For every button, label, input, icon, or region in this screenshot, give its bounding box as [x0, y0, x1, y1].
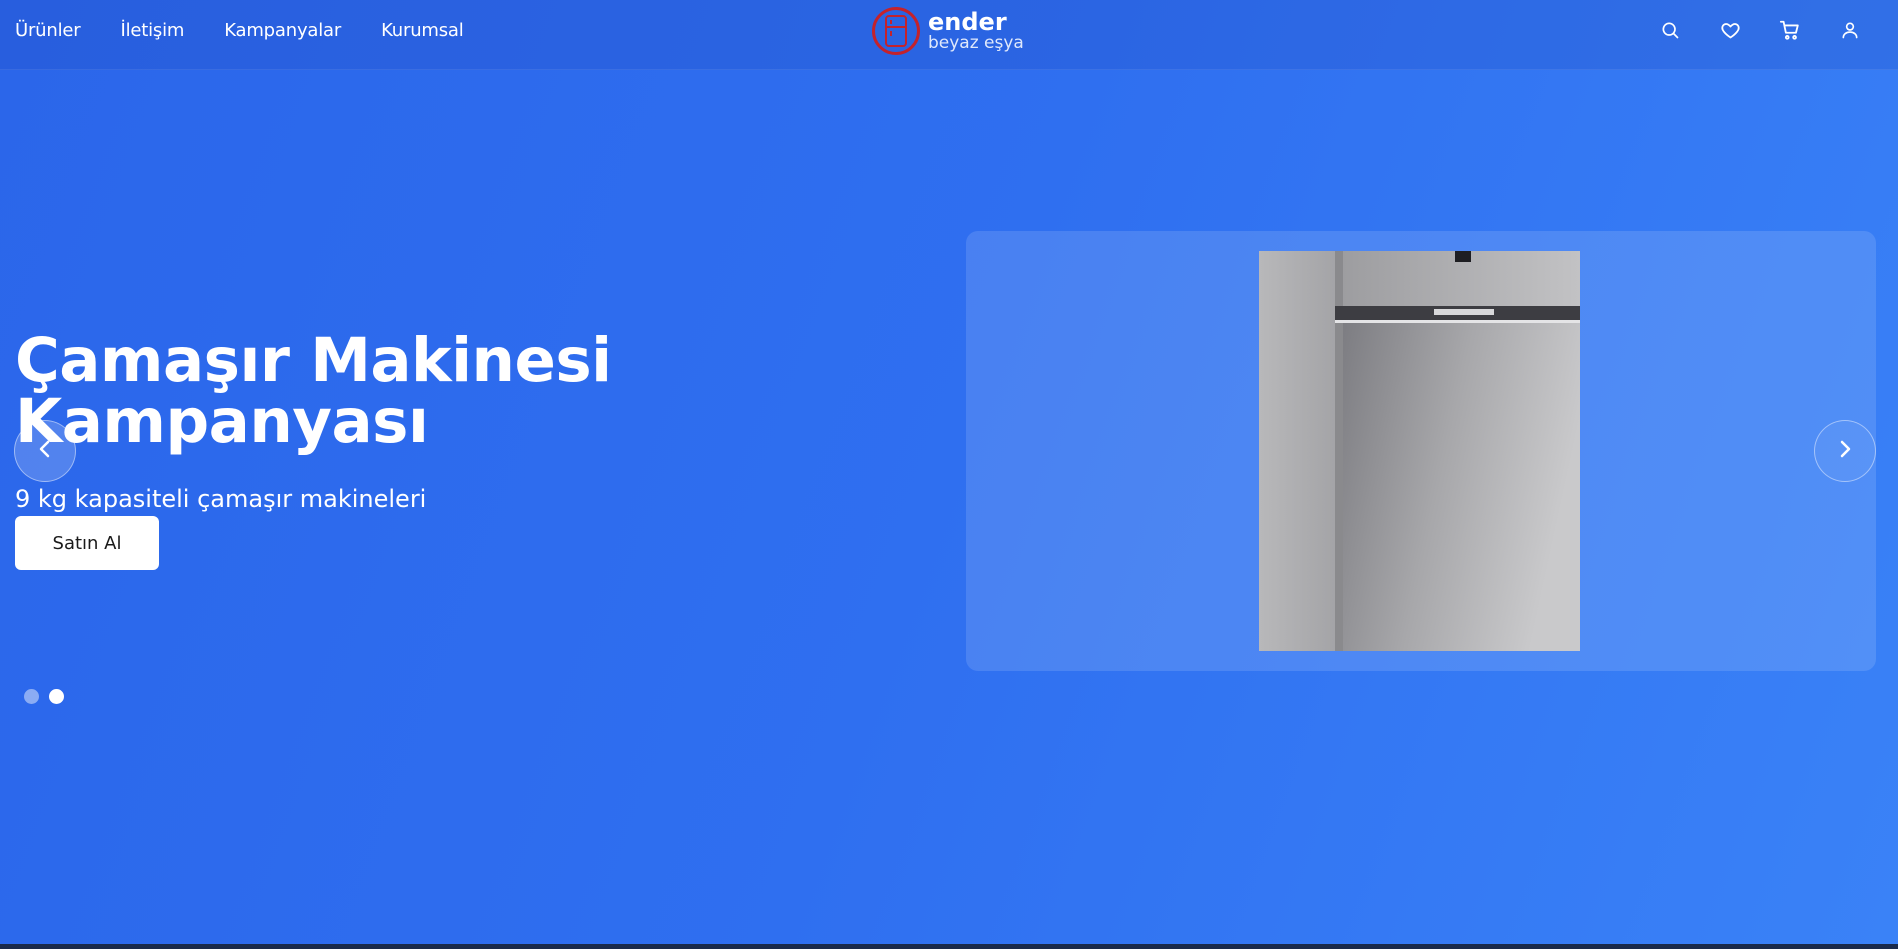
nav-link-contact[interactable]: İletişim — [120, 20, 184, 41]
brand-logo[interactable]: ender beyaz eşya — [872, 7, 1024, 55]
fridge-logo-icon — [872, 7, 920, 55]
hero-subtitle: 9 kg kapasiteli çamaşır makineleri — [15, 485, 427, 513]
search-icon[interactable] — [1658, 18, 1682, 42]
brand-name: ender — [928, 8, 1007, 36]
header-actions — [1658, 18, 1862, 42]
brand-wordmark: ender beyaz eşya — [928, 10, 1024, 52]
cart-icon[interactable] — [1778, 18, 1802, 42]
carousel-next-button[interactable] — [1814, 420, 1876, 482]
buy-now-button[interactable]: Satın Al — [15, 516, 159, 570]
top-navigation-bar: Ürünler İletişim Kampanyalar Kurumsal en… — [0, 0, 1898, 70]
nav-link-products[interactable]: Ürünler — [15, 20, 81, 41]
window-bottom-edge — [0, 944, 1898, 949]
nav-link-campaigns[interactable]: Kampanyalar — [224, 20, 341, 41]
chevron-right-icon — [1838, 438, 1852, 464]
carousel-indicators — [24, 689, 64, 704]
brand-tagline: beyaz eşya — [928, 33, 1024, 53]
heart-icon[interactable] — [1718, 18, 1742, 42]
hero-title: Çamaşır Makinesi Kampanyası — [15, 325, 612, 457]
nav-link-corporate[interactable]: Kurumsal — [381, 20, 464, 41]
user-icon[interactable] — [1838, 18, 1862, 42]
chevron-left-icon — [38, 438, 52, 464]
carousel-dot-2[interactable] — [49, 689, 64, 704]
refrigerator-image — [1259, 251, 1580, 651]
main-menu: Ürünler İletişim Kampanyalar Kurumsal — [15, 20, 464, 41]
carousel-prev-button[interactable] — [14, 420, 76, 482]
carousel-dot-1[interactable] — [24, 689, 39, 704]
